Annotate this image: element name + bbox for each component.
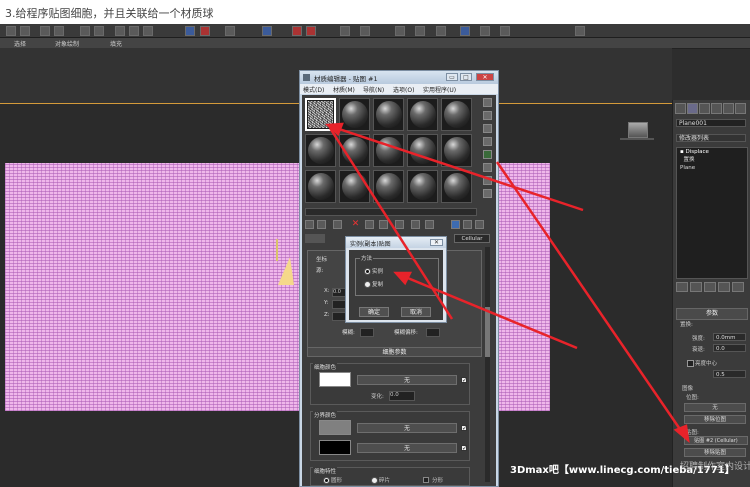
arrow-slot-to-viewport [329,124,584,212]
arrowhead [673,424,690,444]
watermark-faint: 招聘制作室内设计 [680,462,750,472]
arrow-to-map-button [495,161,688,439]
arrow-slot-to-dialog [328,127,454,320]
arrowhead [393,271,413,286]
annotation-arrows [324,122,690,444]
arrow-instance-to-panel [397,272,578,350]
